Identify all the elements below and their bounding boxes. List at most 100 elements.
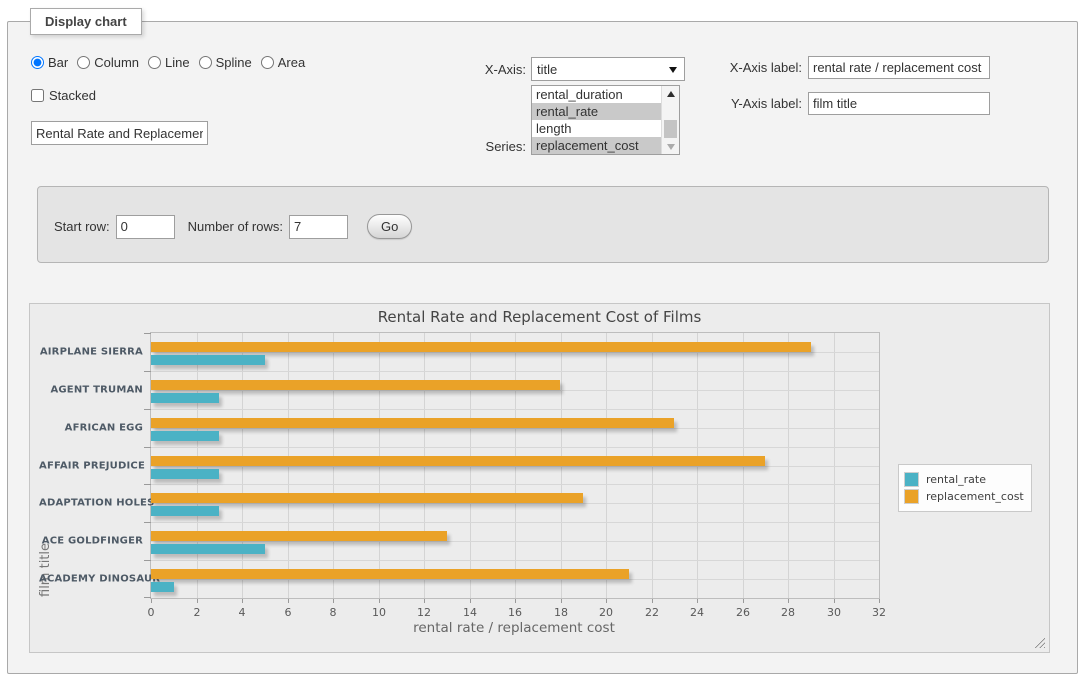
chart-type-area[interactable]: Area — [261, 55, 305, 70]
num-rows-input[interactable] — [289, 215, 348, 239]
gridline — [151, 560, 879, 561]
chart-type-column[interactable]: Column — [77, 55, 139, 70]
start-row-input[interactable] — [116, 215, 175, 239]
x-tick-mark — [379, 599, 380, 603]
x-tick-label: 30 — [827, 606, 841, 619]
bar-rental_rate — [151, 393, 219, 403]
bar-replacement_cost — [151, 342, 811, 352]
chart-legend: rental_ratereplacement_cost — [898, 464, 1032, 512]
series-option-length[interactable]: length — [532, 120, 662, 137]
bar-replacement_cost — [151, 456, 765, 466]
series-option-rental_rate[interactable]: rental_rate — [532, 103, 662, 120]
series-option-rental_duration[interactable]: rental_duration — [532, 86, 662, 103]
y-tick-mark — [144, 409, 151, 410]
chart-type-spline[interactable]: Spline — [199, 55, 252, 70]
x-tick-label: 32 — [872, 606, 886, 619]
gridline — [151, 428, 879, 429]
x-tick-label: 0 — [148, 606, 155, 619]
chart-type-label: Bar — [48, 55, 68, 70]
gridline — [151, 522, 879, 523]
bar-rental_rate — [151, 582, 174, 592]
category-label: AFRICAN EGG — [39, 422, 143, 433]
y-tick-mark — [144, 333, 151, 334]
chart-type-radio-spline[interactable] — [199, 56, 212, 69]
x-tick-mark — [151, 599, 152, 603]
x-tick-mark — [743, 599, 744, 603]
gridline — [151, 409, 879, 410]
x-tick-mark — [834, 599, 835, 603]
series-select-label: Series: — [482, 139, 526, 154]
start-row-label: Start row: — [54, 219, 110, 234]
series-option-replacement_cost[interactable]: replacement_cost — [532, 137, 662, 154]
x-axis-label-input[interactable] — [808, 56, 990, 79]
y-tick-mark — [144, 522, 151, 523]
bar-replacement_cost — [151, 531, 447, 541]
chart-x-axis-title: rental rate / replacement cost — [150, 620, 878, 636]
x-axis-select[interactable]: title — [531, 57, 685, 81]
series-listbox[interactable]: rental_durationrental_ratelengthreplacem… — [531, 85, 680, 155]
x-tick-label: 18 — [554, 606, 568, 619]
x-axis-label-field-label: X-Axis label: — [724, 60, 802, 75]
chart-type-bar[interactable]: Bar — [31, 55, 68, 70]
chart-type-label: Line — [165, 55, 190, 70]
chart-type-radio-area[interactable] — [261, 56, 274, 69]
resize-grip-icon[interactable] — [1034, 637, 1045, 648]
x-tick-mark — [515, 599, 516, 603]
chart-type-radio-bar[interactable] — [31, 56, 44, 69]
stacked-checkbox[interactable] — [31, 89, 44, 102]
chart-type-radio-line[interactable] — [148, 56, 161, 69]
x-tick-mark — [197, 599, 198, 603]
x-tick-label: 20 — [599, 606, 613, 619]
category-label: AGENT TRUMAN — [39, 384, 143, 395]
chart-title-input[interactable] — [31, 121, 208, 145]
scroll-up-button[interactable] — [662, 86, 679, 101]
scroll-down-button[interactable] — [662, 139, 679, 154]
bar-replacement_cost — [151, 493, 583, 503]
legend-label: rental_rate — [926, 473, 986, 486]
x-axis-select-label: X-Axis: — [484, 62, 526, 77]
y-tick-mark — [144, 597, 151, 598]
scroll-down-icon — [667, 144, 675, 150]
chevron-down-icon — [669, 67, 677, 73]
go-button[interactable]: Go — [367, 214, 412, 239]
scrollbar-thumb[interactable] — [664, 120, 677, 138]
series-scrollbar[interactable] — [661, 86, 679, 154]
x-tick-label: 28 — [781, 606, 795, 619]
y-tick-mark — [144, 560, 151, 561]
category-label: AFFAIR PREJUDICE — [39, 460, 143, 471]
legend-swatch-icon — [904, 472, 919, 487]
bar-rental_rate — [151, 355, 265, 365]
gridline — [151, 466, 879, 467]
x-tick-label: 24 — [690, 606, 704, 619]
category-label: ACE GOLDFINGER — [39, 536, 143, 547]
y-axis-label-input[interactable] — [808, 92, 990, 115]
x-tick-label: 22 — [645, 606, 659, 619]
chart-type-line[interactable]: Line — [148, 55, 190, 70]
x-tick-mark — [424, 599, 425, 603]
category-label: AIRPLANE SIERRA — [39, 346, 143, 357]
x-tick-mark — [697, 599, 698, 603]
gridline — [151, 447, 879, 448]
gridline — [151, 352, 879, 353]
y-tick-mark — [144, 447, 151, 448]
gridline — [151, 579, 879, 580]
stacked-option[interactable]: Stacked — [31, 88, 96, 103]
x-tick-label: 12 — [417, 606, 431, 619]
x-tick-mark — [561, 599, 562, 603]
bar-replacement_cost — [151, 418, 674, 428]
gridline — [151, 390, 879, 391]
y-tick-mark — [144, 484, 151, 485]
x-tick-label: 4 — [239, 606, 246, 619]
row-range-box: Start row: Number of rows: Go — [37, 186, 1049, 263]
y-axis-label-field-label: Y-Axis label: — [724, 96, 802, 111]
x-tick-mark — [788, 599, 789, 603]
x-tick-label: 6 — [285, 606, 292, 619]
bar-replacement_cost — [151, 380, 560, 390]
legend-swatch-icon — [904, 489, 919, 504]
x-tick-mark — [879, 599, 880, 603]
x-tick-mark — [333, 599, 334, 603]
bar-rental_rate — [151, 431, 219, 441]
x-tick-mark — [470, 599, 471, 603]
page: Display chart BarColumnLineSplineArea St… — [0, 0, 1081, 681]
chart-type-radio-column[interactable] — [77, 56, 90, 69]
